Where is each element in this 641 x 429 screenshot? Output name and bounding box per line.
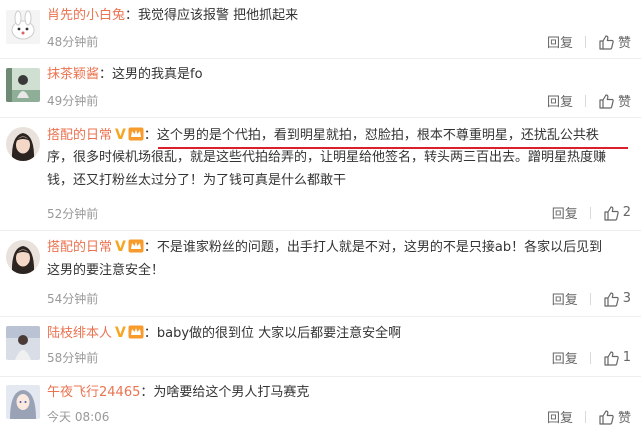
- avatar[interactable]: [6, 10, 40, 44]
- comment-time: 49分钟前: [47, 94, 99, 108]
- like-count[interactable]: 3: [623, 291, 631, 306]
- reply-button[interactable]: 回复: [547, 91, 573, 110]
- username[interactable]: 搭配的日常: [47, 128, 112, 143]
- comment-item: 午夜飞行24465：为啥要给这个男人打马赛克 今天 08:06 回复 赞: [0, 376, 641, 429]
- divider: [584, 35, 586, 48]
- thumbs-up-icon[interactable]: [603, 291, 619, 307]
- like-button[interactable]: 赞: [618, 32, 631, 51]
- separator: ：: [143, 240, 157, 255]
- comment-text: 不是谁家粉丝的问题，出手打人就是不对，这男的不是只接ab！各家以后见到: [156, 240, 603, 255]
- reply-button[interactable]: 回复: [552, 348, 578, 367]
- verified-v-icon: V: [115, 325, 126, 341]
- like-button[interactable]: 赞: [618, 91, 631, 110]
- separator: ：: [99, 67, 113, 82]
- reply-button[interactable]: 回复: [547, 407, 573, 426]
- thumbs-up-icon[interactable]: [603, 350, 619, 366]
- comment-text: 钱，还又打粉丝太过分了！为了钱可真是什么都敢干: [47, 173, 347, 188]
- avatar[interactable]: [6, 385, 40, 419]
- comment-text: 序，很多时候机场很乱，就是这些代拍给弄的，让明星给他签名，转头两三百出去。蹭明星…: [47, 150, 607, 165]
- comment-text: 为啥要给这个男人打马赛克: [153, 385, 310, 400]
- comment-time: 今天 08:06: [47, 410, 110, 424]
- separator: ：: [140, 385, 154, 400]
- comment-text: 这男的我真是fo: [112, 67, 203, 82]
- avatar[interactable]: [6, 127, 40, 161]
- vip-crown-icon: [128, 127, 144, 141]
- avatar[interactable]: [6, 68, 40, 102]
- comment-time: 48分钟前: [47, 35, 99, 49]
- comment-time: 52分钟前: [47, 207, 99, 221]
- comment-time: 54分钟前: [47, 292, 99, 306]
- avatar[interactable]: [6, 240, 40, 274]
- avatar[interactable]: [6, 326, 40, 360]
- separator: ：: [143, 128, 157, 143]
- comment-text: 这个男的是个代拍，看到明星就拍，怼脸拍，根本不尊重明星，还扰乱公共秩: [156, 128, 599, 143]
- divider: [584, 410, 586, 423]
- username[interactable]: 肖先的小白兔: [47, 8, 125, 23]
- comment-item: 陆枝绯本人 V ：baby做的很到位 大家以后都要注意安全啊 58分钟前 回复 1: [0, 316, 641, 376]
- comment-item: 抹茶颖酱：这男的我真是fo 49分钟前 回复 赞: [0, 58, 641, 117]
- comment-text: 这男的要注意安全！: [47, 263, 165, 278]
- comment-text: 我觉得应该报警 把他抓起来: [138, 8, 299, 23]
- thumbs-up-icon[interactable]: [598, 409, 614, 425]
- divider: [589, 292, 591, 305]
- username[interactable]: 抹茶颖酱: [47, 67, 99, 82]
- separator: ：: [125, 8, 139, 23]
- verified-v-icon: V: [115, 239, 126, 255]
- thumbs-up-icon[interactable]: [598, 93, 614, 109]
- reply-button[interactable]: 回复: [552, 203, 578, 222]
- comment-time: 58分钟前: [47, 351, 99, 365]
- like-count[interactable]: 2: [623, 205, 631, 220]
- vip-crown-icon: [128, 239, 144, 253]
- username[interactable]: 搭配的日常: [47, 240, 112, 255]
- highlight-underline: [158, 147, 628, 149]
- separator: ：: [143, 326, 157, 341]
- reply-button[interactable]: 回复: [552, 289, 578, 308]
- comment-item: 肖先的小白兔：我觉得应该报警 把他抓起来 48分钟前 回复 赞: [0, 0, 641, 58]
- comment-item: 搭配的日常 V ：不是谁家粉丝的问题，出手打人就是不对，这男的不是只接ab！各家以后…: [0, 230, 641, 316]
- like-count[interactable]: 1: [623, 350, 631, 365]
- divider: [589, 351, 591, 364]
- comment-item: 搭配的日常 V ：这个男的是个代拍，看到明星就拍，怼脸拍，根本不尊重明星，还扰乱公共…: [0, 117, 641, 230]
- divider: [584, 94, 586, 107]
- like-button[interactable]: 赞: [618, 407, 631, 426]
- comment-text: baby做的很到位 大家以后都要注意安全啊: [156, 326, 402, 341]
- reply-button[interactable]: 回复: [547, 32, 573, 51]
- username[interactable]: 陆枝绯本人: [47, 326, 112, 341]
- verified-v-icon: V: [115, 127, 126, 143]
- comment-feed: 肖先的小白兔：我觉得应该报警 把他抓起来 48分钟前 回复 赞 抹茶颖酱：这男的…: [0, 0, 641, 429]
- thumbs-up-icon[interactable]: [598, 34, 614, 50]
- vip-crown-icon: [128, 325, 144, 339]
- username[interactable]: 午夜飞行24465: [47, 385, 140, 400]
- divider: [589, 206, 591, 219]
- thumbs-up-icon[interactable]: [603, 205, 619, 221]
